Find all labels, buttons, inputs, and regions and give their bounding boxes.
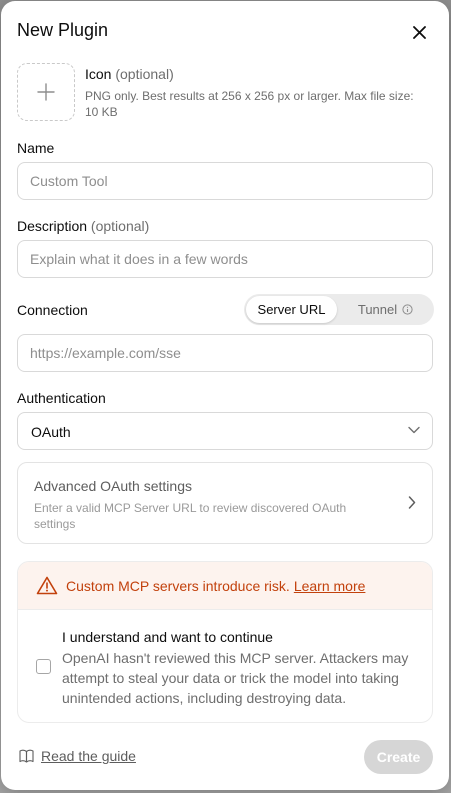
info-icon [402, 304, 413, 315]
close-icon [412, 25, 426, 39]
consent-description: OpenAI hasn't reviewed this MCP server. … [62, 650, 409, 706]
risk-message: Custom MCP servers introduce risk. Learn … [66, 578, 365, 594]
connection-label: Connection [17, 302, 88, 318]
description-label: Description (optional) [17, 218, 149, 234]
chevron-down-icon [408, 426, 420, 434]
learn-more-link[interactable]: Learn more [294, 578, 366, 594]
description-label-text: Description [17, 218, 88, 234]
icon-label-text: Icon [85, 66, 112, 82]
book-icon [19, 749, 34, 763]
authentication-label: Authentication [17, 390, 106, 406]
dialog-title: New Plugin [17, 20, 109, 40]
authentication-select[interactable]: OAuth [17, 412, 433, 450]
icon-optional-tag: (optional) [115, 66, 174, 82]
advanced-oauth-description: Enter a valid MCP Server URL to review d… [34, 501, 347, 531]
create-button[interactable]: Create [364, 740, 433, 774]
connection-toggle: Server URL Tunnel [244, 294, 434, 325]
close-button[interactable] [408, 21, 430, 43]
icon-label: Icon (optional) [85, 66, 174, 82]
read-guide-label: Read the guide [41, 748, 136, 764]
name-input[interactable] [17, 162, 433, 200]
new-plugin-dialog: New Plugin Icon (optional) PNG only. Bes… [1, 1, 449, 790]
chevron-right-icon [408, 496, 416, 509]
icon-upload-button[interactable] [17, 63, 75, 121]
consent-title: I understand and want to continue [62, 629, 273, 645]
plus-icon [37, 83, 55, 101]
risk-message-text: Custom MCP servers introduce risk. [66, 578, 290, 594]
warning-icon [36, 576, 58, 595]
tunnel-tab[interactable]: Tunnel [339, 296, 432, 323]
description-optional-tag: (optional) [90, 218, 150, 234]
tunnel-tab-label: Tunnel [357, 302, 398, 317]
advanced-oauth-title: Advanced OAuth settings [34, 478, 192, 494]
server-url-input[interactable] [17, 334, 433, 372]
risk-warning-header: Custom MCP servers introduce risk. Learn … [18, 562, 432, 610]
read-guide-link[interactable]: Read the guide [19, 748, 136, 764]
description-input[interactable] [17, 240, 433, 278]
name-label: Name [17, 140, 55, 156]
icon-hint: PNG only. Best results at 256 x 256 px o… [85, 89, 414, 119]
advanced-oauth-settings[interactable]: Advanced OAuth settings Enter a valid MC… [17, 462, 433, 544]
server-url-tab[interactable]: Server URL [246, 296, 337, 323]
authentication-value: OAuth [31, 424, 71, 440]
risk-warning-panel: Custom MCP servers introduce risk. Learn … [17, 561, 433, 723]
consent-checkbox[interactable] [36, 659, 51, 674]
